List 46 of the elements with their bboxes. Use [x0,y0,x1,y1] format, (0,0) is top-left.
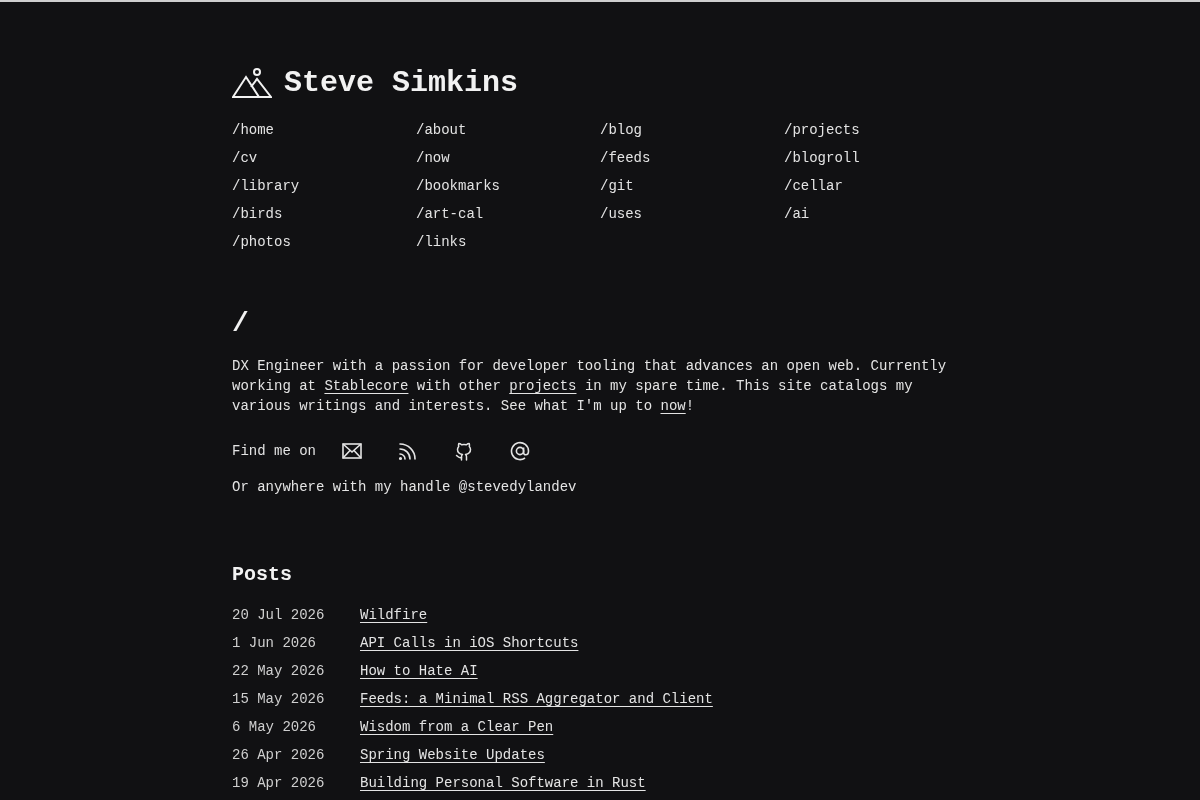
post-date: 15 May 2026 [232,689,326,709]
post-link[interactable]: How to Hate AI [360,660,478,682]
nav-link[interactable]: /blog [600,116,642,144]
nav-link[interactable]: /art-cal [416,200,484,228]
nav-link[interactable]: /projects [784,116,860,144]
post-link[interactable]: Wildfire [360,604,428,626]
post-link[interactable]: Building Personal Software in Rust [360,772,646,794]
nav-link[interactable]: /bookmarks [416,172,500,200]
mountains-logo-icon [232,68,272,98]
nav-link[interactable]: /git [600,172,634,200]
nav-link[interactable]: /cellar [784,172,843,200]
nav-link[interactable]: /blogroll [784,144,860,172]
nav-link[interactable]: /now [416,144,450,172]
post-link[interactable]: API Calls in iOS Shortcuts [360,632,579,654]
post-date: 19 Apr 2026 [232,773,326,793]
inline-link[interactable]: now [660,398,686,414]
nav-link[interactable]: /cv [232,144,258,172]
post-link[interactable]: Spring Website Updates [360,744,545,766]
find-me-label: Find me on [232,441,316,461]
inline-link[interactable]: projects [509,378,577,394]
github-cat-icon[interactable] [454,441,474,461]
handle-text: Or anywhere with my handle @stevedylandev [232,478,578,497]
nav-link[interactable]: /photos [232,228,291,256]
at-sign-icon[interactable] [510,441,530,461]
post-date: 20 Jul 2026 [232,605,326,625]
rss-icon[interactable] [398,441,418,461]
post-date: 26 Apr 2026 [232,745,326,765]
nav-link[interactable]: /birds [232,200,283,228]
posts-heading: Posts [232,563,293,587]
post-link[interactable]: Feeds: a Minimal RSS Aggregator and Client [360,688,713,710]
nav-link[interactable]: /ai [784,200,810,228]
post-link[interactable]: Wisdom from a Clear Pen [360,716,554,738]
nav-link[interactable]: /feeds [600,144,651,172]
intro-paragraph: DX Engineer with a passion for developer tooling that advances an open web. Currently working at Stablecore with other projects in my spare time. This site catalogs my various writings and interests. See what I'm up to now! [232,357,948,416]
post-date: 1 Jun 2026 [232,633,317,653]
envelope-icon[interactable] [342,441,362,461]
post-date: 22 May 2026 [232,661,326,681]
post-date: 6 May 2026 [232,717,317,737]
section-heading: / [232,307,250,341]
site-title: Steve Simkins [284,65,519,101]
nav-link[interactable]: /home [232,116,274,144]
nav-link[interactable]: /about [416,116,467,144]
nav-link[interactable]: /links [416,228,467,256]
nav-link[interactable]: /library [232,172,300,200]
inline-link[interactable]: Stablecore [324,378,409,394]
nav-link[interactable]: /uses [600,200,642,228]
